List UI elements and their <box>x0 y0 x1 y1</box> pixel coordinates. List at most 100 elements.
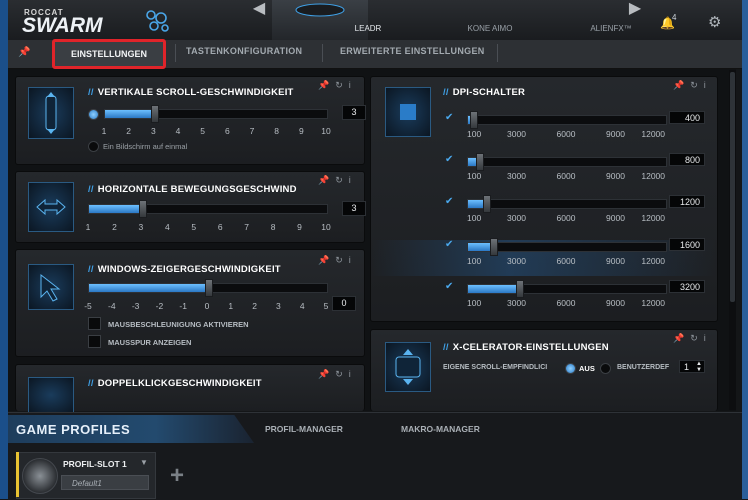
device-tab-alienfx[interactable]: ALIENFX™ <box>515 0 631 40</box>
stepper-icon[interactable]: ▲ ▼ <box>696 361 702 373</box>
mouse-acceleration-checkbox[interactable] <box>88 317 101 330</box>
slider-tick-label: 12000 <box>641 256 665 266</box>
slider-tick-label: 5 <box>191 222 197 232</box>
dpi-level-value[interactable]: 400 <box>669 111 705 124</box>
one-screen-radio[interactable] <box>88 141 99 152</box>
dpi-level-checkbox[interactable]: ✔ <box>445 113 455 123</box>
slider-tick-label: 6 <box>217 222 223 232</box>
profile-name-field[interactable]: Default1 <box>61 475 149 490</box>
profile-avatar <box>22 458 58 494</box>
slider-handle[interactable] <box>469 111 478 129</box>
chevron-down-icon[interactable]: ▼ <box>140 458 148 467</box>
xcelerator-value[interactable]: 1 ▲ ▼ <box>679 360 705 373</box>
device-tab-leadr[interactable]: LEADR <box>272 0 381 40</box>
slider-tick-label: 9000 <box>606 256 625 266</box>
tab-erweiterte-einstellungen[interactable]: ERWEITERTE EINSTELLUNGEN <box>340 46 485 62</box>
panel-actions[interactable]: 📌↻i <box>673 333 712 344</box>
slider-tick-label: 12000 <box>641 129 665 139</box>
panel-actions[interactable]: 📌↻i <box>318 80 357 91</box>
horizontal-speed-value[interactable]: 3 <box>342 201 366 216</box>
dpi-level-row: ✔ 400 100 3000 6000 9000 12000 <box>371 111 717 149</box>
scroll-mode-radio[interactable] <box>88 109 99 120</box>
slider-handle[interactable] <box>138 200 147 218</box>
slider-tick-label: 6000 <box>556 298 576 308</box>
slider-handle[interactable] <box>476 153 485 171</box>
slider-tick-label: 12000 <box>641 213 665 223</box>
slider-tick-label: 100 <box>467 129 482 139</box>
pin-icon[interactable]: 📌 <box>18 47 30 58</box>
xcelerator-off-radio[interactable] <box>565 363 576 374</box>
slider-tick-label: 100 <box>467 171 482 181</box>
dpi-level-value[interactable]: 3200 <box>669 280 705 293</box>
panel-xcelerator: //X-CELERATOR-EINSTELLUNGEN 📌↻i EIGENE S… <box>370 329 718 411</box>
dpi-level-checkbox[interactable]: ✔ <box>445 240 455 250</box>
tab-tastenkonfiguration[interactable]: TASTENKONFIGURATION <box>186 46 302 62</box>
slider-fill <box>105 110 155 118</box>
slider-handle[interactable] <box>516 280 525 298</box>
dpi-level-value[interactable]: 800 <box>669 153 705 166</box>
slider-tick-label: 6000 <box>556 213 576 223</box>
gear-icon[interactable]: ⚙ <box>708 13 721 31</box>
slider-tick-label: -4 <box>108 301 116 311</box>
dpi-level-slider[interactable] <box>467 238 667 256</box>
device-next-icon[interactable]: ▶ <box>626 0 644 18</box>
dpi-level-slider[interactable] <box>467 195 667 213</box>
scrollbar-thumb[interactable] <box>730 72 735 302</box>
panel-title: //X-CELERATOR-EINSTELLUNGEN <box>443 342 609 353</box>
profile-manager-tab[interactable]: PROFIL-MANAGER <box>265 424 343 434</box>
panel-actions[interactable]: 📌↻i <box>318 369 357 380</box>
horizontal-arrows-icon <box>28 182 74 232</box>
panel-scroll-speed: //VERTIKALE SCROLL-GESCHWINDIGKEIT 📌↻i 3… <box>15 76 366 165</box>
profile-slot-name: PROFIL-SLOT 1 <box>63 459 127 469</box>
pointer-speed-slider[interactable] <box>88 279 328 297</box>
add-profile-icon[interactable]: + <box>170 462 184 490</box>
horizontal-speed-slider[interactable] <box>88 200 328 218</box>
panel-title: //DOPPELKLICKGESCHWINDIGKEIT <box>88 378 262 389</box>
slider-tick-label: 9000 <box>606 171 625 181</box>
mouse-trail-checkbox[interactable] <box>88 335 101 348</box>
slider-tick-label: 3000 <box>507 256 526 266</box>
panel-doubleclick: //DOPPELKLICKGESCHWINDIGKEIT 📌↻i <box>15 364 365 413</box>
dpi-level-checkbox[interactable]: ✔ <box>445 282 455 292</box>
tab-einstellungen[interactable]: EINSTELLUNGEN <box>52 39 166 69</box>
slider-tick-label: 3 <box>138 222 144 232</box>
slider-tick-label: 1 <box>85 222 91 232</box>
slider-tick-label: 3000 <box>507 213 526 223</box>
slider-handle[interactable] <box>151 105 160 123</box>
panel-actions[interactable]: 📌↻i <box>318 175 357 186</box>
device-tab-kone-aimo[interactable]: KONE AIMO <box>394 0 513 40</box>
slider-handle[interactable] <box>205 279 213 297</box>
panel-title: //WINDOWS-ZEIGERGESCHWINDIGKEIT <box>88 264 281 275</box>
dpi-level-slider[interactable] <box>467 153 667 171</box>
panel-actions[interactable]: 📌↻i <box>673 80 712 91</box>
panel-windows-pointer: //WINDOWS-ZEIGERGESCHWINDIGKEIT 📌↻i 0 -5… <box>15 249 365 357</box>
dpi-level-checkbox[interactable]: ✔ <box>445 197 455 207</box>
slider-tick-label: 1 <box>101 126 107 136</box>
slider-handle[interactable] <box>489 238 498 256</box>
brand-bubbles-icon <box>146 10 169 32</box>
pointer-speed-value[interactable]: 0 <box>332 296 356 311</box>
device-label: ALIENFX™ <box>590 24 632 33</box>
slider-tick-label: 9000 <box>606 213 625 223</box>
slider-handle[interactable] <box>483 195 492 213</box>
tab-divider <box>175 44 176 62</box>
xcelerator-custom-radio[interactable] <box>600 363 611 374</box>
panel-title: //HORIZONTALE BEWEGUNGSGESCHWIND <box>88 184 297 195</box>
doubleclick-icon <box>28 377 74 413</box>
mouse-leadr-icon <box>295 3 345 17</box>
dpi-level-checkbox[interactable]: ✔ <box>445 155 455 165</box>
macro-manager-tab[interactable]: MAKRO-MANAGER <box>401 424 480 434</box>
dpi-level-value[interactable]: 1200 <box>669 195 705 208</box>
slider-tick-label: -2 <box>155 301 164 311</box>
slider-tick-label: 6 <box>224 126 230 136</box>
device-prev-icon[interactable]: ◀ <box>250 0 268 18</box>
scroll-speed-slider[interactable] <box>104 105 328 123</box>
dpi-level-value[interactable]: 1600 <box>669 238 705 251</box>
dpi-level-slider[interactable] <box>467 111 667 129</box>
slider-tick-label: 3000 <box>507 171 526 181</box>
panel-actions[interactable]: 📌↻i <box>318 255 357 266</box>
dpi-level-slider[interactable] <box>467 280 667 298</box>
slider-tick-label: 2 <box>126 126 132 136</box>
scroll-speed-value[interactable]: 3 <box>342 105 366 120</box>
dpi-level-row: ✔ 1200 100 3000 6000 9000 12000 <box>371 195 717 233</box>
